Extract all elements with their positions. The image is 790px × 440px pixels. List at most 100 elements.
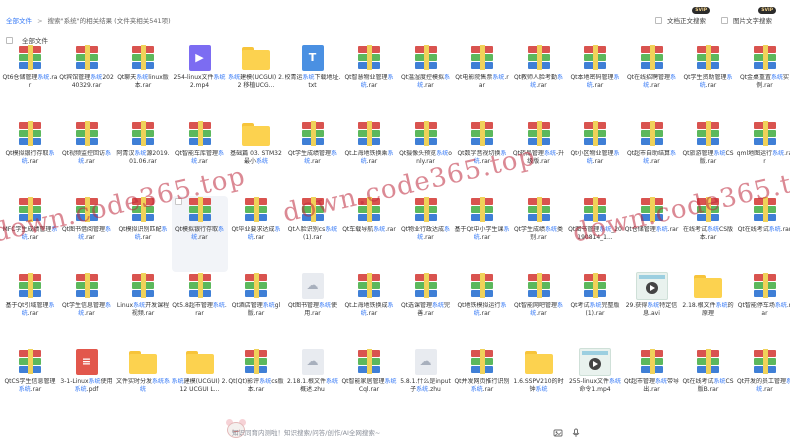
- file-item[interactable]: Qt智慧物业管理系统.rar: [341, 44, 397, 120]
- file-name: Qt5.8超市管理系统.rar: [172, 302, 227, 317]
- file-item[interactable]: Qt聊天系统linux版本.rar: [115, 44, 171, 120]
- item-select-checkbox[interactable]: [174, 198, 182, 205]
- rar-archive-icon: [751, 272, 779, 300]
- file-item[interactable]: Qt宾馆管理系统20240329.rar: [59, 44, 115, 120]
- svip-badge: SVIP: [692, 7, 710, 14]
- file-item[interactable]: Qt在线招聘管理系统.rar: [624, 44, 680, 120]
- file-item[interactable]: Qt毕业要求达成系统.rar: [228, 196, 284, 272]
- rar-archive-icon: [694, 348, 722, 376]
- fulltext-search-checkbox[interactable]: [655, 16, 662, 24]
- file-item[interactable]: Qt超市管理系统带导出.rar: [624, 348, 680, 424]
- file-item[interactable]: Qt数字音视切换系统.rar: [454, 120, 510, 196]
- file-name: Qt6仓储管理系统.rar: [2, 74, 58, 89]
- file-item[interactable]: Qt仓储管理系统.rar: [624, 196, 680, 272]
- file-item[interactable]: QtCS学生信息管理系统.rar: [2, 348, 58, 424]
- file-item[interactable]: Qt图书借阅管理系统.rar: [59, 196, 115, 272]
- file-item[interactable]: Qt地铁模拟运行系统.rar: [454, 272, 510, 348]
- file-item[interactable]: Qt人脸识别cs系统(1).rar: [285, 196, 341, 272]
- rar-archive-icon: [525, 272, 553, 300]
- file-item[interactable]: 文件实时分发系统系统: [115, 348, 171, 424]
- file-item[interactable]: ▶ 254-linux文件系统2.mp4: [172, 44, 228, 120]
- file-item[interactable]: Qt小区物业管理系统.rar: [567, 120, 623, 196]
- file-item[interactable]: Qt在线考试系统.rar: [737, 196, 790, 272]
- file-item[interactable]: Qt物业行政达成系统.rar: [398, 196, 454, 272]
- image-text-search-option[interactable]: 图片文字搜索 SVIP: [721, 7, 776, 25]
- rar-archive-icon: [129, 196, 157, 224]
- assistant-prompt-text[interactable]: 知识同育内测啦！知识搜索/问答/创作/AI全网搜索~: [232, 427, 380, 437]
- file-item[interactable]: Qt智能家居管理系统Cql.rar: [341, 348, 397, 424]
- file-item[interactable]: Qt上海地铁换乘系统.rar: [341, 120, 397, 196]
- file-item[interactable]: Qt教师人脸考勤系统.rar: [511, 44, 567, 120]
- image-upload-icon[interactable]: [553, 428, 563, 438]
- file-item[interactable]: Qt5.8超市管理系统.rar: [172, 272, 228, 348]
- file-name: Qt地铁模拟运行系统.rar: [457, 302, 507, 317]
- file-item[interactable]: 1.6.SSPV210的时钟系统: [511, 348, 567, 424]
- file-item[interactable]: Qt考试系统完整版(1).rar: [567, 272, 623, 348]
- file-item[interactable]: 阿青汉系统源2019.01.06.rar: [115, 120, 171, 196]
- image-text-search-checkbox[interactable]: [721, 16, 728, 24]
- file-item[interactable]: Qt模拟银行存取系统.rar: [2, 120, 58, 196]
- file-item[interactable]: 系统建模(UCGUI) 2.12 UCGUI L...: [172, 348, 228, 424]
- file-name: qml地图运行系统.rar: [736, 150, 790, 165]
- rar-archive-icon: [638, 120, 666, 148]
- file-item[interactable]: ≡ 3-1-Linux系统使用系统.pdf: [59, 348, 115, 424]
- file-item[interactable]: Qt视频监控回访系统.rar: [59, 120, 115, 196]
- file-item[interactable]: Linux系统开发课程视频.rar: [115, 272, 171, 348]
- file-item[interactable]: Qt智能车库管理系统.rar: [172, 120, 228, 196]
- file-name: Qt开发的员工管理系统.rar: [736, 378, 790, 393]
- file-item[interactable]: MFC学生成绩管理系统.rar: [2, 196, 58, 272]
- file-item[interactable]: Qt车载导航系统.rar: [341, 196, 397, 272]
- file-item[interactable]: Qt智能停车场系统.rar: [737, 272, 790, 348]
- file-item[interactable]: Qt并发网页推行识别系统.rar: [454, 348, 510, 424]
- file-item[interactable]: 系统建模(UCGUI) 2.2 移植UCG...: [228, 44, 284, 120]
- file-item[interactable]: T 校青运系统下载地址.txt: [285, 44, 341, 120]
- file-item[interactable]: Qt酒店管理系统gl版.rar: [228, 272, 284, 348]
- file-item[interactable]: Qt模拟识别匹配系统.rar: [115, 196, 171, 272]
- breadcrumb-root-link[interactable]: 全部文件: [6, 17, 32, 25]
- file-item[interactable]: Qt(Qt)影评系统cs版本.rar: [228, 348, 284, 424]
- file-item[interactable]: Qt上海地铁换成系统.rar: [341, 272, 397, 348]
- rar-archive-icon: [468, 120, 496, 148]
- file-item[interactable]: Qt选课管理系统完善.rar: [398, 272, 454, 348]
- file-item[interactable]: Qt温湿度控模拟系统.rar: [398, 44, 454, 120]
- file-item[interactable]: qml地图运行系统.rar: [737, 120, 790, 196]
- file-item[interactable]: 29.获得系统特定信息.avi: [624, 272, 680, 348]
- file-item[interactable]: Qt学生成绩管理系统.rar: [285, 120, 341, 196]
- file-item[interactable]: Qt模拟银行存取系统.rar: [171, 196, 228, 272]
- file-item[interactable]: ☁ 5.8.1.什么是input子系统.zhu: [398, 348, 454, 424]
- file-item[interactable]: Qt超市自助结算系统.rar: [624, 120, 680, 196]
- file-item[interactable]: Qt在线考试系统CS版B.rar: [680, 348, 736, 424]
- file-name: Qt智慧物业管理系统.rar: [344, 74, 394, 89]
- mic-icon[interactable]: [571, 428, 581, 438]
- file-item[interactable]: Qt电影院售票系统.rar: [454, 44, 510, 120]
- file-item[interactable]: Qt学生信息管理系统.rar: [59, 272, 115, 348]
- file-item[interactable]: Qt旅游管理系统CS版.rar: [680, 120, 736, 196]
- assistant-bar[interactable]: 知识同育内测啦！知识搜索/问答/创作/AI全网搜索~: [0, 419, 790, 440]
- file-item[interactable]: 在线考试系统CS版本.rar: [680, 196, 736, 272]
- file-item[interactable]: ☁ Qt图书管理系统使用.rar: [285, 272, 341, 348]
- file-item[interactable]: 基于Qt中小学生课系统.rar: [454, 196, 510, 272]
- fulltext-search-option[interactable]: 文档正文搜索 SVIP: [655, 7, 710, 25]
- file-item[interactable]: 255-linux文件系统命令1.mp4: [567, 348, 623, 424]
- file-item[interactable]: 2.18.根文件系统的原理: [680, 272, 736, 348]
- file-item[interactable]: ☁ 2.18.1.根文件系统概述.zhu: [285, 348, 341, 424]
- rar-archive-icon: [468, 348, 496, 376]
- file-name: Qt图书管理系统使用.rar: [287, 302, 338, 317]
- file-item[interactable]: Qt开发的员工管理系统.rar: [737, 348, 790, 424]
- file-item[interactable]: Qt学生成绩系统类别.rar: [511, 196, 567, 272]
- folder-icon: [129, 348, 157, 376]
- file-item[interactable]: 基础篇 03. STM32 最小系统: [228, 120, 284, 196]
- file-item[interactable]: Qt6仓储管理系统.rar: [2, 44, 58, 120]
- file-item[interactable]: 基于Qt引域管理系统.rar: [2, 272, 58, 348]
- file-item[interactable]: Qt摄像头预览系统only.rar: [398, 120, 454, 196]
- file-item[interactable]: Qt学生资助管理系统.rar: [680, 44, 736, 120]
- rar-archive-icon: [16, 272, 44, 300]
- folder-icon: [242, 120, 270, 148]
- file-item[interactable]: Qt智能网吧管理系统.rar: [511, 272, 567, 348]
- unknown-file-icon: ☁: [299, 348, 327, 376]
- file-item[interactable]: Qt本地密码管理系统.rar: [567, 44, 623, 120]
- file-item[interactable]: Qt药品管理系统-升级版.rar: [511, 120, 567, 196]
- file-item[interactable]: Qt金桌重置系统实例.rar: [737, 44, 790, 120]
- select-all-checkbox[interactable]: [6, 36, 13, 44]
- file-item[interactable]: Qt图书管理系统_20190814_1...: [567, 196, 623, 272]
